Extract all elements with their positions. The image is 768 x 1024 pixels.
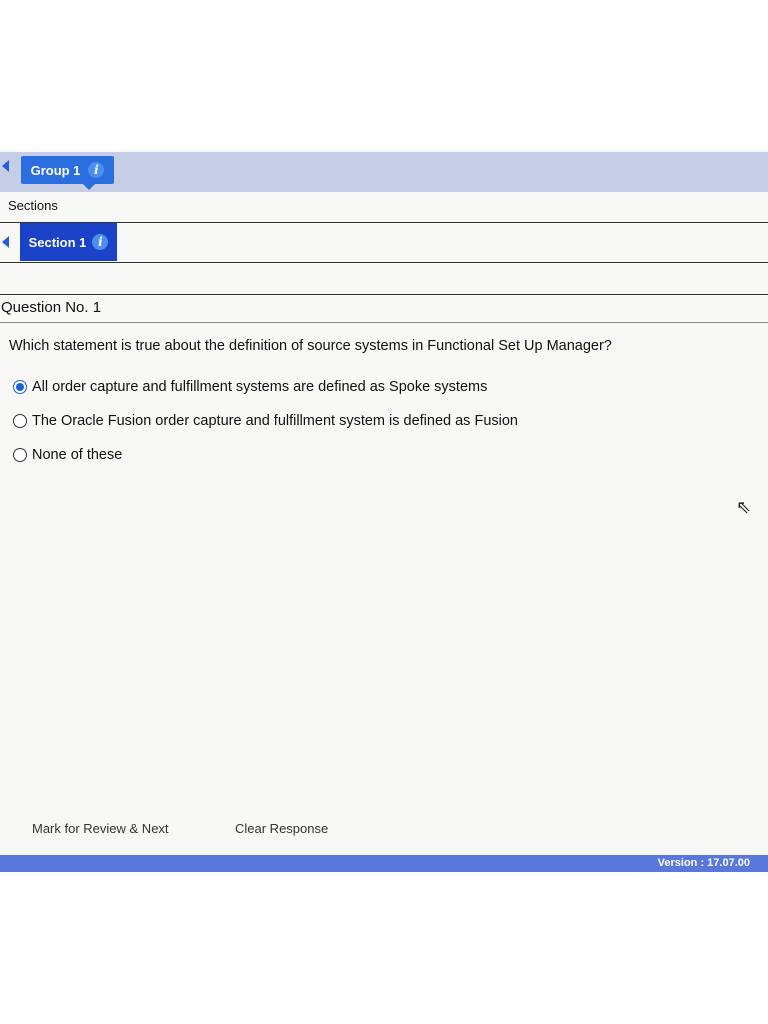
radio-button[interactable] xyxy=(13,380,27,394)
divider xyxy=(0,322,768,323)
option-label: All order capture and fulfillment system… xyxy=(32,379,488,395)
status-bar: Version : 17.07.00 xyxy=(0,855,768,872)
section-tab[interactable]: Section 1 i xyxy=(20,223,117,261)
scroll-left-arrow-icon[interactable] xyxy=(2,160,9,172)
clear-response-button[interactable]: Clear Response xyxy=(235,821,328,836)
group-label: Group 1 xyxy=(30,162,81,178)
group-tab[interactable]: Group 1 i xyxy=(21,156,114,190)
version-label: Version : 17.07.00 xyxy=(657,857,750,869)
question-number: Question No. 1 xyxy=(1,299,102,316)
divider xyxy=(0,294,768,295)
option-1[interactable]: All order capture and fulfillment system… xyxy=(13,379,487,395)
scroll-left-arrow-icon[interactable] xyxy=(2,236,9,248)
radio-button[interactable] xyxy=(13,414,27,428)
info-icon[interactable]: i xyxy=(92,234,109,250)
option-label: None of these xyxy=(32,447,123,463)
exam-screen: Group 1 i Sections Section 1 i Question … xyxy=(0,150,768,872)
mouse-cursor-icon: ⇖ xyxy=(736,497,752,517)
group-bar: Group 1 i xyxy=(0,152,768,192)
divider xyxy=(0,262,768,263)
option-3[interactable]: None of these xyxy=(13,447,122,463)
info-icon[interactable]: i xyxy=(88,162,105,178)
option-2[interactable]: The Oracle Fusion order capture and fulf… xyxy=(13,413,518,429)
option-label: The Oracle Fusion order capture and fulf… xyxy=(32,413,518,429)
mark-for-review-next-button[interactable]: Mark for Review & Next xyxy=(32,821,169,836)
question-text: Which statement is true about the defini… xyxy=(9,338,612,354)
sections-label: Sections xyxy=(8,198,58,213)
radio-button[interactable] xyxy=(13,448,27,462)
section-label: Section 1 xyxy=(28,234,87,250)
